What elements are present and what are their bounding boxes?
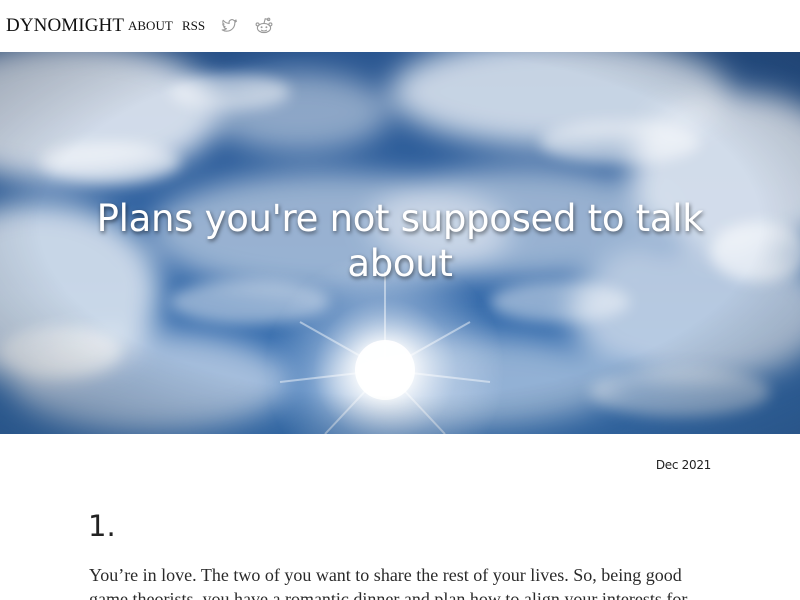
nav-link-about[interactable]: ABOUT bbox=[128, 18, 173, 34]
page-title: Plans you're not supposed to talk about bbox=[96, 197, 704, 285]
twitter-icon[interactable] bbox=[219, 16, 239, 36]
site-logo-link[interactable]: DYNOMIGHT bbox=[6, 15, 124, 37]
article-paragraph: You’re in love. The two of you want to s… bbox=[89, 565, 688, 600]
twitter-icon-glyph bbox=[221, 19, 238, 32]
reddit-icon[interactable] bbox=[254, 16, 274, 36]
nav-link-rss[interactable]: RSS bbox=[182, 18, 205, 34]
reddit-icon-glyph bbox=[255, 17, 273, 34]
hero-banner: Plans you're not supposed to talk about bbox=[0, 52, 800, 434]
top-navigation: DYNOMIGHT ABOUT RSS bbox=[0, 0, 800, 52]
section-heading: 1. bbox=[88, 509, 116, 543]
post-date: Dec 2021 bbox=[655, 458, 711, 472]
